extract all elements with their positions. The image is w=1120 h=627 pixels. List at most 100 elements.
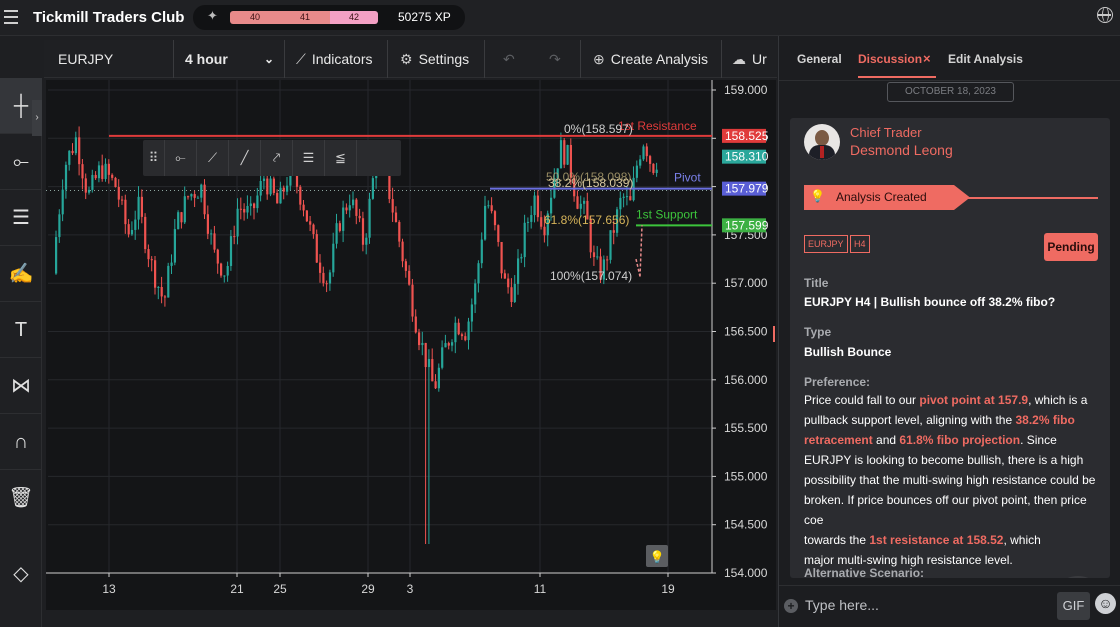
candle-body [530, 215, 533, 222]
chart-toolbar: EURJPY 4 hour ⌄ ⟋ Indicators ⚙ Settings ↶ … [44, 40, 777, 78]
drag-handle-icon[interactable]: ⠿ [143, 140, 165, 176]
menu-icon[interactable] [4, 10, 18, 24]
settings-button[interactable]: ⚙ Settings [388, 40, 485, 78]
candle-body [127, 224, 130, 235]
candle-body [596, 256, 599, 258]
interval-label: 4 hour [185, 51, 228, 67]
candle-body [91, 174, 94, 190]
candle-body [55, 237, 58, 274]
trend-line-tool[interactable]: ⟜ [0, 134, 42, 190]
app-title: Tickmill Traders Club [33, 9, 185, 26]
layers-tool[interactable]: ◇ [0, 546, 42, 602]
tab-discussion[interactable]: Discussion [858, 52, 922, 66]
candle-body [299, 186, 302, 205]
candle-body [533, 195, 536, 216]
candle-body [150, 259, 153, 261]
magnet-tool[interactable]: ∩ [0, 414, 42, 470]
indicators-button[interactable]: ⟋ Indicators [285, 40, 388, 78]
candle-body [302, 204, 305, 211]
level-next: 41 [280, 11, 330, 24]
candle-body [526, 221, 530, 223]
candle-body [183, 196, 186, 223]
date-separator: OCTOBER 18, 2023 [887, 82, 1014, 102]
fib-level-label: 0%(158.597) [564, 122, 633, 136]
fib-level-label-overlap: 50.0%(158.098) [546, 170, 631, 184]
candle-body [58, 214, 61, 238]
chevron-down-icon: ⌄ [263, 52, 274, 66]
add-attachment-icon[interactable]: + [784, 599, 798, 613]
candle-body [398, 221, 401, 242]
pattern-tool[interactable]: ⋈ [0, 358, 42, 414]
message-input[interactable]: Type here... [805, 597, 879, 613]
delete-tool[interactable]: 🗑 [0, 470, 42, 526]
author-role[interactable]: Chief Trader [850, 125, 922, 140]
upload-button[interactable]: ☁ Ur [722, 40, 777, 78]
candle-body [411, 284, 414, 317]
candle-body [104, 163, 107, 179]
symbol-label: EURJPY [58, 51, 114, 67]
path-icon[interactable]: ⤤ [261, 140, 293, 176]
author-name[interactable]: Desmond Leong [850, 142, 953, 158]
type-value: Bullish Bounce [804, 345, 892, 359]
globe-icon[interactable] [1097, 7, 1113, 23]
more-icon[interactable] [357, 140, 389, 176]
candle-body [124, 199, 127, 225]
undo-icon[interactable]: ↶ [503, 40, 515, 78]
candle-body [493, 211, 497, 226]
avatar [804, 124, 840, 160]
candle-body [391, 199, 394, 213]
fib-fan-icon[interactable]: ≦ [325, 140, 357, 176]
candle-body [559, 140, 563, 169]
candle-body [474, 283, 477, 305]
candle-body [427, 359, 431, 368]
chart-line-icon: ⟋ [296, 51, 306, 67]
ray-icon[interactable]: ⟋ [197, 140, 229, 176]
fib-tool[interactable]: ☰ [0, 190, 42, 246]
candle-body [269, 178, 272, 195]
brush-tool[interactable]: ✍ [0, 246, 42, 302]
candle-body [266, 178, 269, 195]
candle-body [173, 229, 176, 263]
interval-selector[interactable]: 4 hour ⌄ [174, 40, 285, 78]
expand-tool-menu[interactable]: › [32, 100, 42, 136]
candle-body [497, 225, 500, 242]
candle-body [652, 163, 655, 173]
tab-general[interactable]: General [797, 52, 842, 66]
gif-button[interactable]: GIF [1057, 592, 1090, 620]
plus-circle-icon: ⊕ [593, 51, 605, 67]
emoji-icon[interactable]: ☺ [1095, 593, 1116, 614]
redo-icon[interactable]: ↷ [549, 40, 561, 78]
candle-body [444, 343, 447, 348]
candle-body [345, 207, 348, 211]
line-style-icon[interactable]: ⟜ [165, 140, 197, 176]
candle-body [81, 164, 84, 179]
segment-icon[interactable]: ╱ [229, 140, 261, 176]
candle-body [78, 137, 81, 165]
candle-body [180, 212, 183, 223]
channel-icon[interactable]: ☰ [293, 140, 325, 176]
create-analysis-button[interactable]: ⊕ Create Analysis [581, 40, 722, 78]
candle-body [226, 265, 229, 276]
symbol-selector[interactable]: EURJPY [44, 40, 174, 78]
candle-body [388, 172, 391, 200]
candle-body [163, 296, 167, 298]
candle-body [622, 196, 625, 198]
candle-body [414, 316, 417, 333]
tab-close-icon[interactable]: × [923, 51, 931, 66]
y-tick-label: 154.500 [724, 518, 768, 532]
scroll-down-button[interactable]: ⌄ [1050, 576, 1106, 578]
message-composer: + Type here... GIF ☺ [779, 585, 1120, 627]
text-tool[interactable]: T [0, 302, 42, 358]
tab-edit-analysis[interactable]: Edit Analysis [948, 52, 1023, 66]
chevron-right-icon: › [35, 112, 39, 123]
candle-body [583, 200, 586, 204]
candle-body [223, 275, 226, 277]
candle-body [332, 243, 335, 273]
candle-body [147, 249, 150, 260]
candle-body [513, 283, 516, 303]
preference-label: Preference: [804, 375, 871, 389]
candle-body [361, 218, 365, 245]
candle-body [543, 226, 546, 236]
candle-body [167, 265, 170, 298]
candle-body [137, 196, 140, 220]
